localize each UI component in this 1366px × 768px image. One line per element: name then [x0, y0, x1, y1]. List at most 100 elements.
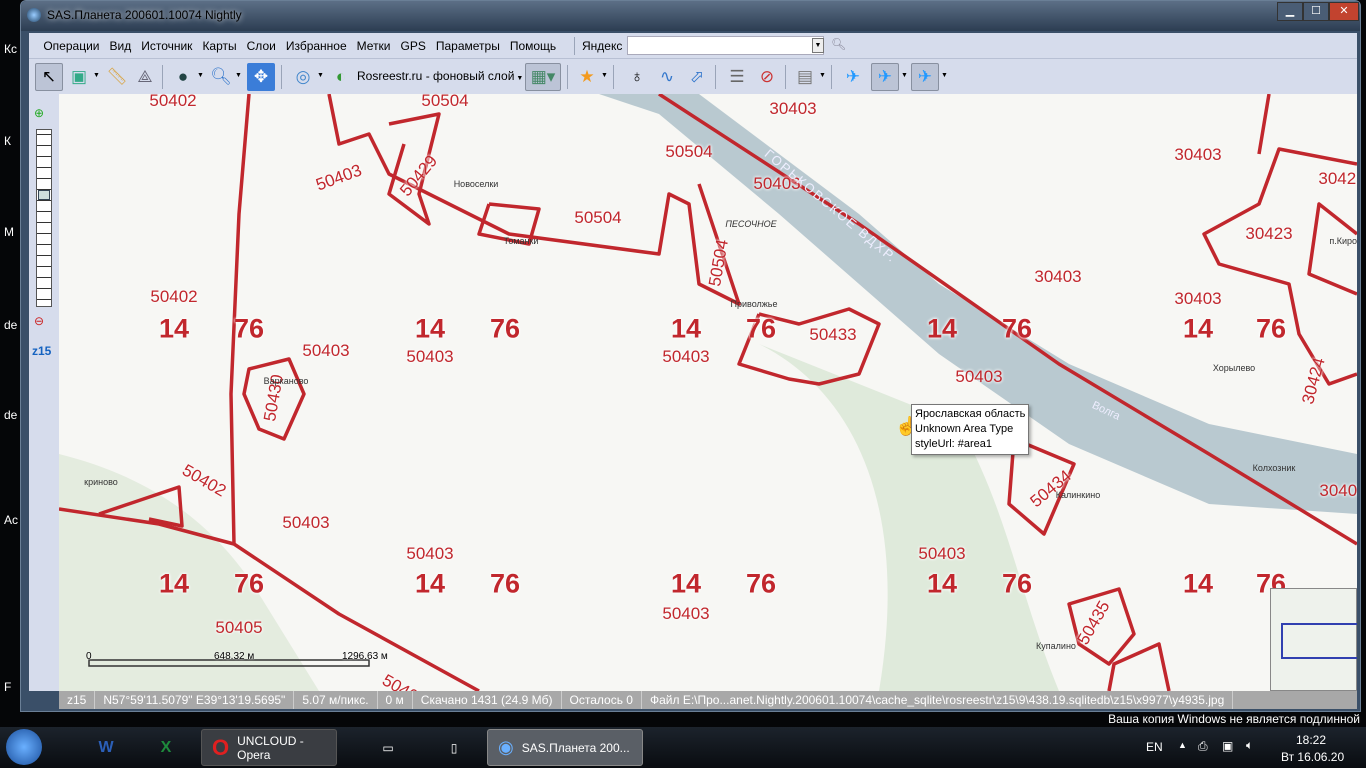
- chevron-down-icon[interactable]: ▼: [235, 72, 242, 79]
- desktop-icon-label[interactable]: М: [4, 225, 14, 239]
- toolbar: ↖ ▣ ▼ 📏︎ ⟁ ● ▼ 🔍︎ ▼ ✥ ◎ ▼ ◐ Rosreestr.ru - ф…: [29, 59, 1357, 94]
- menu-source[interactable]: Источник: [136, 33, 197, 59]
- minimize-button[interactable]: ▁: [1277, 2, 1303, 21]
- add-polygon-icon[interactable]: ⬀: [683, 63, 711, 91]
- zoom-slider[interactable]: [36, 129, 52, 307]
- placemark-list-icon[interactable]: ☰: [723, 63, 751, 91]
- start-button[interactable]: [6, 729, 42, 765]
- place-name: ПЕСОЧНОЕ: [725, 219, 777, 229]
- satellite-track-icon[interactable]: ✈: [871, 63, 899, 91]
- cadastral-code: 50402: [150, 287, 198, 306]
- cadastral-code: 50504: [574, 208, 622, 227]
- satellite-gps-icon[interactable]: ✈: [839, 63, 867, 91]
- desktop-icon-label[interactable]: Ac: [4, 513, 18, 527]
- search-icon[interactable]: 🔍︎: [831, 37, 846, 51]
- zoom-icon[interactable]: 🔍︎: [207, 63, 235, 91]
- clock-time[interactable]: 18:22: [1296, 733, 1326, 747]
- compass-icon[interactable]: ⟁: [131, 63, 159, 91]
- fullscreen-icon[interactable]: ✥: [247, 63, 275, 91]
- menu-maps[interactable]: Карты: [197, 33, 241, 59]
- map-view[interactable]: 14 76 14 76 14 76 14 76 14 76 14 76 14 7…: [59, 94, 1357, 691]
- select-area-icon[interactable]: ▣: [65, 63, 93, 91]
- volume-icon[interactable]: 🔈︎: [1246, 738, 1253, 753]
- chevron-down-icon[interactable]: ▼: [317, 72, 324, 79]
- map-label-big: 14: [158, 313, 190, 344]
- status-bar: z15 N57°59'11.5079" E39°13'19.5695" 5.07…: [59, 691, 1357, 709]
- chevron-down-icon[interactable]: ▼: [601, 72, 608, 79]
- desktop-icon-label[interactable]: F: [4, 680, 11, 694]
- menu-favorites[interactable]: Избранное: [281, 33, 352, 59]
- map-label-big: 76: [233, 313, 265, 344]
- favorites-star-icon[interactable]: ★: [573, 63, 601, 91]
- menu-gps[interactable]: GPS: [396, 33, 431, 59]
- add-placemark-icon[interactable]: ♁: [623, 63, 651, 91]
- menu-operations[interactable]: Операции: [38, 33, 104, 59]
- map-label-big: 14: [670, 568, 702, 599]
- search-history-dropdown[interactable]: ▼: [812, 38, 824, 53]
- cadastral-code: 30403: [769, 99, 817, 118]
- minimap-viewport[interactable]: [1281, 623, 1357, 659]
- map-label-big: 76: [1001, 568, 1033, 599]
- status-downloaded: Скачано 1431 (24.9 Мб): [413, 691, 562, 709]
- desktop-icon-label[interactable]: de: [4, 408, 17, 422]
- search-provider-dropdown[interactable]: Яндекс ▼: [582, 33, 633, 62]
- menu-view[interactable]: Вид: [104, 33, 136, 59]
- menu-settings[interactable]: Параметры: [431, 33, 505, 59]
- title-bar[interactable]: SAS.Планета 200601.10074 Nightly ▁ ☐ ✕: [21, 1, 1360, 31]
- menu-marks[interactable]: Метки: [352, 33, 396, 59]
- blank-document-icon[interactable]: ▯: [436, 729, 472, 766]
- status-resolution: 5.07 м/пикс.: [294, 691, 378, 709]
- map-source-dropdown[interactable]: Rosreestr.ru - фоновый слой ▼: [357, 69, 523, 83]
- chevron-down-icon[interactable]: ▼: [819, 72, 826, 79]
- map-label-big: 76: [745, 313, 777, 344]
- taskbar-item-opera[interactable]: O UNCLOUD - Opera: [201, 729, 337, 766]
- chevron-down-icon[interactable]: ▼: [93, 72, 100, 79]
- chevron-down-icon[interactable]: ▼: [901, 72, 908, 79]
- hide-placemarks-icon[interactable]: ⊘: [753, 63, 781, 91]
- map-label-big: 14: [926, 313, 958, 344]
- zoom-out-icon[interactable]: ⊖: [34, 314, 44, 328]
- taskbar-item-label: UNCLOUD - Opera: [237, 733, 304, 762]
- menu-layers[interactable]: Слои: [242, 33, 281, 59]
- chevron-down-icon[interactable]: ▼: [941, 72, 948, 79]
- globe-icon[interactable]: ●: [169, 63, 197, 91]
- gps-icon[interactable]: ◎: [289, 63, 317, 91]
- cadastral-code: 50403: [918, 544, 966, 563]
- layers-icon[interactable]: ▦▾: [525, 63, 561, 91]
- taskbar: W X O UNCLOUD - Opera ▭ ▯ ◉ SAS.Планета 20…: [0, 727, 1366, 768]
- language-indicator[interactable]: EN: [1146, 740, 1163, 754]
- place-name: Хорылево: [1212, 363, 1256, 373]
- taskbar-item-sasplanet[interactable]: ◉ SAS.Планета 200...: [487, 729, 643, 766]
- device-icon[interactable]: ⎙: [1198, 739, 1208, 754]
- taskbar-item-label: SAS.Планета 200...: [521, 740, 630, 755]
- map-label-big: 76: [233, 568, 265, 599]
- desktop-icon-label[interactable]: de: [4, 318, 17, 332]
- map-label-big: 14: [670, 313, 702, 344]
- chevron-down-icon[interactable]: ▼: [197, 72, 204, 79]
- pointer-tool-icon[interactable]: ↖: [35, 63, 63, 91]
- cadastral-code: 50403: [302, 341, 350, 360]
- network-icon[interactable]: ▣: [1222, 739, 1233, 753]
- cache-icon[interactable]: ▤: [791, 63, 819, 91]
- clock-date[interactable]: Вт 16.06.20: [1281, 750, 1344, 764]
- zoom-in-icon[interactable]: ⊕: [34, 106, 44, 120]
- maximize-button[interactable]: ☐: [1303, 2, 1329, 21]
- minimap[interactable]: [1270, 588, 1357, 691]
- desktop-icon-label[interactable]: Кс: [4, 42, 17, 56]
- satellite-area-icon[interactable]: ✈: [911, 63, 939, 91]
- add-path-icon[interactable]: ∿: [653, 63, 681, 91]
- status-distance: 0 м: [378, 691, 413, 709]
- ruler-icon[interactable]: 📏︎: [103, 63, 131, 91]
- map-label-big: 76: [1255, 313, 1287, 344]
- menu-help[interactable]: Помощь: [505, 33, 561, 59]
- zoom-slider-thumb[interactable]: [38, 190, 50, 200]
- tray-expand-icon[interactable]: ▲: [1178, 740, 1187, 750]
- console-icon[interactable]: ▭: [370, 729, 406, 766]
- excel-icon[interactable]: X: [148, 729, 184, 766]
- close-button[interactable]: ✕: [1329, 2, 1359, 21]
- cadastral-code: 30423: [1245, 224, 1293, 243]
- desktop-icon-label[interactable]: К: [4, 134, 11, 148]
- search-input[interactable]: [627, 36, 824, 55]
- word-icon[interactable]: W: [88, 729, 124, 766]
- cadastral-code: 30403: [1319, 481, 1357, 500]
